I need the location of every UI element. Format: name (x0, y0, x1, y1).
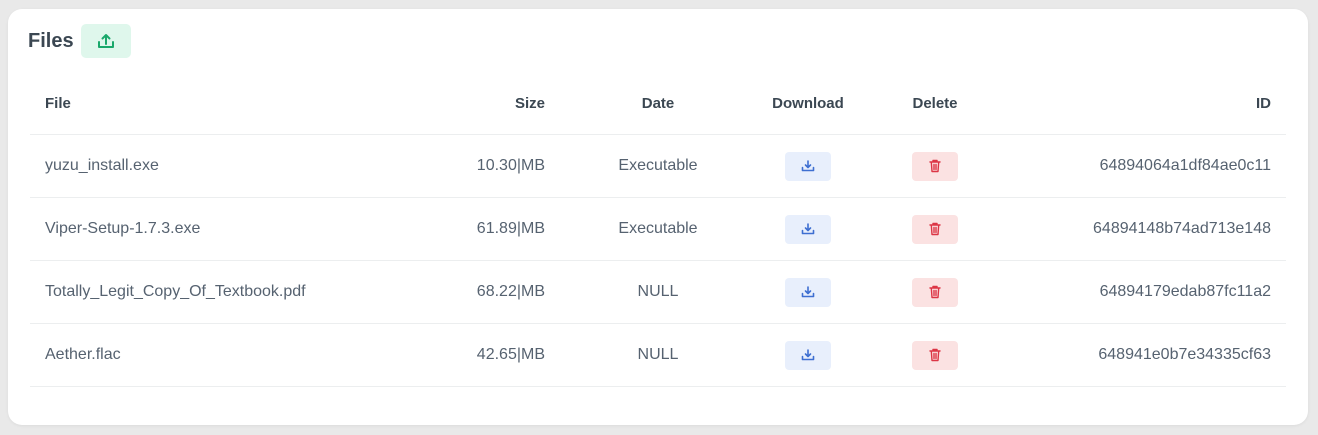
table-row: yuzu_install.exe 10.30|MB Executable 648… (30, 135, 1286, 198)
delete-button[interactable] (912, 151, 958, 181)
download-button[interactable] (785, 277, 831, 307)
file-id: 64894179edab87fc11a2 (1099, 283, 1271, 300)
delete-cell (880, 214, 990, 244)
files-header: Files (28, 24, 131, 58)
download-icon (801, 160, 815, 172)
file-size: 10.30|MB (476, 157, 545, 174)
download-cell (736, 214, 880, 244)
column-header-delete: Delete (912, 95, 958, 112)
file-date: NULL (637, 346, 679, 363)
file-id: 64894064a1df84ae0c11 (1099, 157, 1271, 174)
file-id: 648941e0b7e34335cf63 (1098, 346, 1271, 363)
download-cell (736, 151, 880, 181)
delete-cell (880, 151, 990, 181)
delete-cell (880, 277, 990, 307)
column-header-download: Download (772, 95, 844, 112)
file-name: Viper-Setup-1.7.3.exe (45, 220, 201, 237)
files-table: File Size Date Download Delete ID yuzu_i… (30, 73, 1286, 387)
files-card: Files File Size Date Download Delete ID … (8, 9, 1308, 425)
page-title: Files (28, 29, 74, 52)
file-size: 61.89|MB (476, 220, 545, 237)
column-header-file: File (45, 95, 71, 112)
download-button[interactable] (785, 214, 831, 244)
file-size: 42.65|MB (476, 346, 545, 363)
file-date: Executable (618, 220, 698, 237)
download-icon (801, 223, 815, 235)
download-cell (736, 277, 880, 307)
table-header-row: File Size Date Download Delete ID (30, 73, 1286, 135)
file-date: Executable (618, 157, 698, 174)
trash-icon (929, 222, 941, 236)
download-icon (801, 349, 815, 361)
table-row: Aether.flac 42.65|MB NULL 648941e0b7e343… (30, 324, 1286, 387)
upload-icon (97, 33, 115, 49)
file-name: Totally_Legit_Copy_Of_Textbook.pdf (45, 283, 306, 300)
file-name: yuzu_install.exe (45, 157, 159, 174)
download-button[interactable] (785, 340, 831, 370)
table-row: Totally_Legit_Copy_Of_Textbook.pdf 68.22… (30, 261, 1286, 324)
download-icon (801, 286, 815, 298)
upload-button[interactable] (80, 24, 131, 58)
column-header-date: Date (641, 95, 675, 112)
file-size: 68.22|MB (476, 283, 545, 300)
download-cell (736, 340, 880, 370)
delete-button[interactable] (912, 214, 958, 244)
column-header-size: Size (514, 95, 545, 112)
file-date: NULL (637, 283, 679, 300)
trash-icon (929, 285, 941, 299)
table-row: Viper-Setup-1.7.3.exe 61.89|MB Executabl… (30, 198, 1286, 261)
delete-cell (880, 340, 990, 370)
download-button[interactable] (785, 151, 831, 181)
file-id: 64894148b74ad713e148 (1093, 220, 1271, 237)
column-header-id: ID (1256, 95, 1271, 112)
delete-button[interactable] (912, 277, 958, 307)
delete-button[interactable] (912, 340, 958, 370)
trash-icon (929, 348, 941, 362)
file-name: Aether.flac (45, 346, 121, 363)
trash-icon (929, 159, 941, 173)
